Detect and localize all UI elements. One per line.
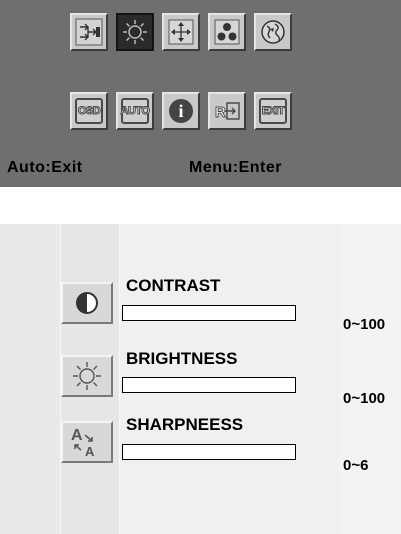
adjustment-panel: CONTRAST 0~100 BRIGHTNESS 0~100 A A SHAR… [0,224,401,534]
exit-icon[interactable]: EXIT [254,92,292,130]
contrast-label: CONTRAST [126,276,221,295]
info-icon-label: i [178,101,183,121]
position-icon[interactable] [162,13,200,51]
panel-column-left [0,224,61,534]
recall-icon[interactable]: R [208,92,246,130]
osd-main-menu: OSD AUTO i R EXIT Auto:Exit Menu:Enter [0,0,401,187]
hint-menu-enter: Menu:Enter [189,159,282,176]
input-source-icon[interactable] [70,13,108,51]
contrast-slider[interactable] [122,305,296,321]
contrast-icon[interactable] [61,282,113,324]
info-icon[interactable]: i [162,92,200,130]
color-icon[interactable] [208,13,246,51]
brightness-slider[interactable] [122,377,296,393]
menu-icon-row-2: OSD AUTO i R EXIT [70,92,292,130]
sharpness-label: SHARPNEESS [126,415,244,434]
panel-column-values [340,224,401,534]
osd-icon[interactable]: OSD [70,92,108,130]
brightness-label: BRIGHTNESS [126,349,238,368]
brightness-range: 0~100 [343,390,386,407]
osd-icon-label: OSD [75,98,103,124]
auto-icon[interactable]: AUTO [116,92,154,130]
sharpness-slider[interactable] [122,444,296,460]
sharpness-range: 0~6 [343,457,369,474]
menu-icon-row-1 [70,13,292,51]
svg-text:A: A [71,427,83,444]
recall-icon-label: R [215,104,226,121]
auto-icon-label: AUTO [120,98,150,124]
brightness-icon[interactable] [116,13,154,51]
svg-text:A: A [85,444,95,459]
sharpness-icon[interactable]: A A [61,421,113,463]
contrast-range: 0~100 [343,316,386,333]
brightness-adjust-icon[interactable] [61,355,113,397]
hint-auto-exit: Auto:Exit [7,159,83,176]
exit-icon-label: EXIT [259,98,287,124]
language-icon[interactable] [254,13,292,51]
